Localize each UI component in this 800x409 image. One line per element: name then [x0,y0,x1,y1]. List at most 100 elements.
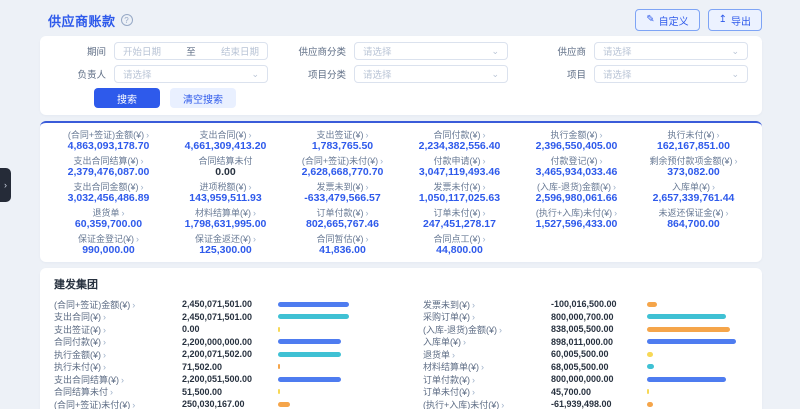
metric-label[interactable]: (合同+签证)未付(¥)› [54,398,182,409]
stat-metric[interactable]: 订单未付(¥)› 247,451,278.17 [401,207,518,231]
stat-value[interactable]: 3,047,119,493.46 [401,167,518,178]
stat-metric[interactable]: 支出合同(¥)› 4,661,309,413.20 [167,129,284,153]
select-input[interactable]: 请选择 ⌄ [594,65,748,83]
export-icon: ↥ [719,15,727,25]
metric-bar [278,389,379,394]
stat-metric[interactable]: 执行金额(¥)› 2,396,550,405.00 [518,129,635,153]
stat-metric[interactable]: 未返还保证金(¥)› 864,700.00 [635,207,752,231]
stat-metric[interactable]: (入库-退货)金额(¥)› 2,596,980,061.66 [518,181,635,205]
stat-metric[interactable]: 剩余预付款项金额(¥)› 373,082.00 [635,155,752,179]
stat-value[interactable]: 4,661,309,413.20 [167,141,284,152]
metric-label[interactable]: 执行未付(¥)› [54,360,182,373]
metric-label[interactable]: 采购订单(¥)› [423,310,551,323]
metric-label[interactable]: 执行金额(¥)› [54,348,182,361]
stat-value[interactable]: 125,300.00 [167,245,284,256]
stat-metric[interactable]: (执行+入库)未付(¥)› 1,527,596,433.00 [518,207,635,231]
stat-metric[interactable]: 发票未到(¥)› -633,479,566.57 [284,181,401,205]
stat-metric[interactable]: 进项税额(¥)› 143,959,511.93 [167,181,284,205]
stat-metric[interactable]: 合同付款(¥)› 2,234,382,556.40 [401,129,518,153]
select-input[interactable]: 请选择 ⌄ [354,42,508,60]
chevron-right-icon: › [121,375,124,385]
select-input[interactable]: 请选择 ⌄ [114,65,268,83]
metric-label[interactable]: (合同+签证)金额(¥)› [54,298,182,311]
stat-metric[interactable]: 发票未付(¥)› 1,050,117,025.63 [401,181,518,205]
stat-label: 发票未付(¥)› [401,182,518,192]
stat-metric[interactable]: 保证金登记(¥)› 990,000.00 [50,233,167,257]
metric-label[interactable]: (入库-退货)金额(¥)› [423,323,551,336]
stat-metric[interactable]: 材料结算单(¥)› 1,798,631,995.00 [167,207,284,231]
metric-label[interactable]: 支出合同结算(¥)› [54,373,182,386]
stat-value[interactable]: 3,032,456,486.89 [50,193,167,204]
stat-value[interactable]: 864,700.00 [635,219,752,230]
stat-value[interactable]: 0.00 [167,167,284,178]
stat-value[interactable]: 2,628,668,770.70 [284,167,401,178]
stat-label: 合同结算未付› [167,156,284,166]
stat-value[interactable]: 4,863,093,178.70 [50,141,167,152]
stat-value[interactable]: 44,800.00 [401,245,518,256]
metric-label[interactable]: 合同付款(¥)› [54,335,182,348]
chevron-right-icon: › [472,387,475,397]
stat-value[interactable]: 2,379,476,087.00 [50,167,167,178]
stat-value[interactable]: 41,836.00 [284,245,401,256]
stat-value[interactable]: 143,959,511.93 [167,193,284,204]
stat-metric[interactable]: 支出合同结算(¥)› 2,379,476,087.00 [50,155,167,179]
stat-value[interactable]: 373,082.00 [635,167,752,178]
stat-metric[interactable]: 合同结算未付› 0.00 [167,155,284,179]
chevron-right-icon: › [483,156,486,166]
stat-value[interactable]: 1,798,631,995.00 [167,219,284,230]
metric-label[interactable]: 退货单› [423,348,551,361]
filter-label: 项目分类 [294,67,346,81]
stat-metric[interactable]: 订单付款(¥)› 802,665,767.46 [284,207,401,231]
metric-label[interactable]: 支出签证(¥)› [54,323,182,336]
metric-label[interactable]: 合同结算未付› [54,385,182,398]
stat-value[interactable]: 60,359,700.00 [50,219,167,230]
select-input[interactable]: 请选择 ⌄ [354,65,508,83]
metric-label[interactable]: 订单付款(¥)› [423,373,551,386]
date-range-input[interactable]: 开始日期 至 结束日期 [114,42,268,60]
stat-value[interactable]: 1,050,117,025.63 [401,193,518,204]
stat-value[interactable]: 1,527,596,433.00 [518,219,635,230]
stat-value[interactable]: 802,665,767.46 [284,219,401,230]
stat-value[interactable]: 2,657,339,761.44 [635,193,752,204]
stat-value[interactable]: 990,000.00 [50,245,167,256]
stat-value[interactable]: 3,465,934,033.46 [518,167,635,178]
metric-label[interactable]: (执行+入库)未付(¥)› [423,398,551,409]
stat-metric[interactable]: (合同+签证)未付(¥)› 2,628,668,770.70 [284,155,401,179]
stat-value[interactable]: 162,167,851.00 [635,141,752,152]
stat-metric[interactable]: 合同点工(¥)› 44,800.00 [401,233,518,257]
stat-metric[interactable]: 支出合同金额(¥)› 3,032,456,486.89 [50,181,167,205]
stat-metric[interactable]: 付款登记(¥)› 3,465,934,033.46 [518,155,635,179]
stat-value[interactable]: -633,479,566.57 [284,193,401,204]
metric-label[interactable]: 支出合同(¥)› [54,310,182,323]
stat-metric[interactable]: (合同+签证)金额(¥)› 4,863,093,178.70 [50,129,167,153]
select-input[interactable]: 请选择 ⌄ [594,42,748,60]
end-date-input[interactable]: 结束日期 [221,44,259,58]
metric-label[interactable]: 入库单(¥)› [423,335,551,348]
stat-value[interactable]: 247,451,278.17 [401,219,518,230]
stat-metric[interactable]: 支出签证(¥)› 1,783,765.50 [284,129,401,153]
search-button[interactable]: 搜索 [94,88,160,108]
stat-value[interactable]: 2,234,382,556.40 [401,141,518,152]
help-icon[interactable]: ? [121,14,133,26]
stat-metric[interactable]: 退货单› 60,359,700.00 [50,207,167,231]
stat-metric[interactable]: 合同暂估(¥)› 41,836.00 [284,233,401,257]
metric-value: 60,005,500.00 [551,349,645,359]
start-date-input[interactable]: 开始日期 [123,44,161,58]
metric-row: 支出合同(¥)› 2,450,071,501.00 [54,311,379,324]
metric-label[interactable]: 订单未付(¥)› [423,385,551,398]
stat-metric[interactable]: 付款申请(¥)› 3,047,119,493.46 [401,155,518,179]
stat-value[interactable]: 2,596,980,061.66 [518,193,635,204]
stat-value[interactable]: 1,783,765.50 [284,141,401,152]
export-button[interactable]: ↥ 导出 [708,9,762,31]
customize-button[interactable]: ✎ 自定义 [635,9,699,31]
stat-metric[interactable]: 入库单(¥)› 2,657,339,761.44 [635,181,752,205]
metric-bar [278,364,379,369]
stat-value[interactable]: 2,396,550,405.00 [518,141,635,152]
metric-label[interactable]: 材料结算单(¥)› [423,360,551,373]
stat-metric[interactable]: 执行未付(¥)› 162,167,851.00 [635,129,752,153]
stat-metric[interactable]: 保证金返还(¥)› 125,300.00 [167,233,284,257]
clear-search-button[interactable]: 清空搜索 [170,88,236,108]
metric-label[interactable]: 发票未到(¥)› [423,298,551,311]
drawer-handle[interactable]: › [0,168,11,202]
chevron-right-icon: › [253,208,256,218]
